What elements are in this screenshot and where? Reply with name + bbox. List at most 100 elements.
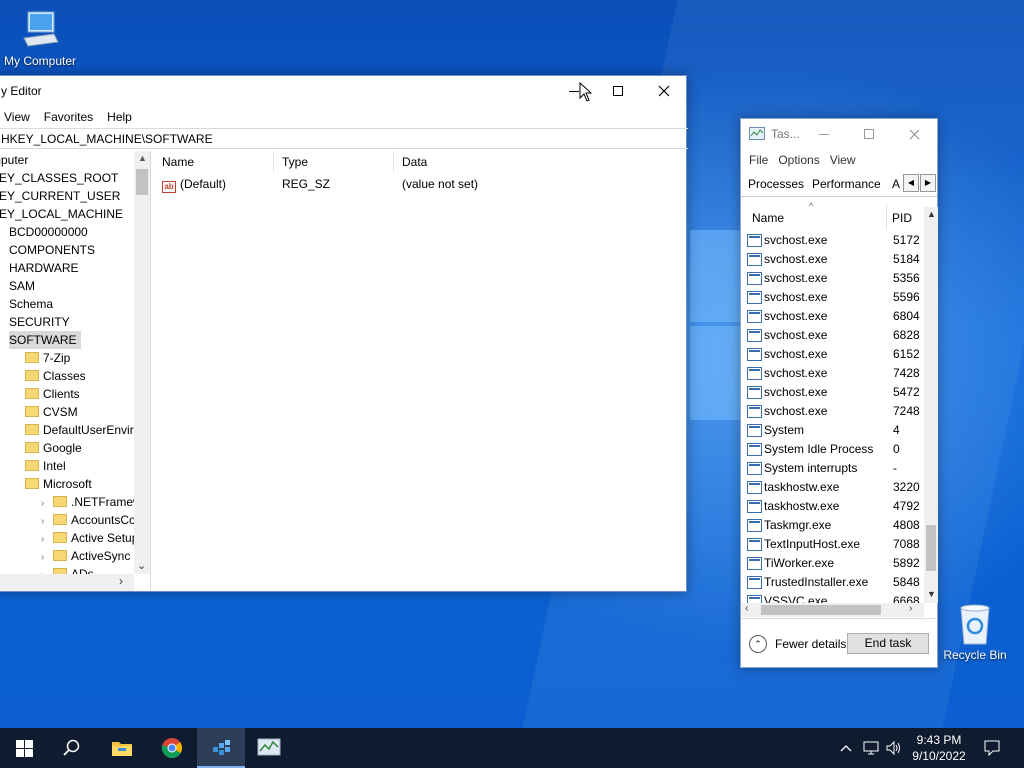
scroll-down-icon[interactable]: ⌄ bbox=[137, 559, 146, 572]
tree-node[interactable]: Google bbox=[25, 439, 82, 457]
desktop-icon-my-computer[interactable]: My Computer bbox=[0, 8, 80, 68]
menu-favorites[interactable]: Favorites bbox=[37, 110, 100, 124]
process-row[interactable]: svchost.exe 5596 bbox=[741, 288, 924, 307]
tree-node[interactable]: ›AccountsControl bbox=[41, 511, 134, 529]
process-row[interactable]: TextInputHost.exe 7088 bbox=[741, 535, 924, 554]
tree-vertical-scrollbar[interactable]: ▲ ⌄ bbox=[134, 151, 150, 574]
tree-node[interactable]: KEY_CURRENT_USER bbox=[0, 187, 120, 205]
menu-view[interactable]: View bbox=[0, 110, 37, 124]
chevron-right-icon[interactable]: › bbox=[41, 567, 51, 574]
tree-node[interactable]: SAM bbox=[9, 277, 35, 295]
tree-node[interactable]: Clients bbox=[25, 385, 80, 403]
tree-node[interactable]: 7-Zip bbox=[25, 349, 70, 367]
process-row[interactable]: svchost.exe 7248 bbox=[741, 402, 924, 421]
task-manager-titlebar[interactable]: Tas... bbox=[741, 119, 937, 149]
network-button[interactable] bbox=[860, 728, 882, 768]
fewer-details-button[interactable]: ⌃ Fewer details bbox=[749, 635, 846, 653]
tab-scroll-left-icon[interactable]: ◀ bbox=[903, 174, 919, 192]
tree-node[interactable]: BCD00000000 bbox=[9, 223, 88, 241]
tree-node[interactable]: Classes bbox=[25, 367, 86, 385]
address-bar[interactable]: HKEY_LOCAL_MACHINE\SOFTWARE bbox=[0, 128, 688, 149]
end-task-button[interactable]: End task bbox=[847, 633, 929, 654]
tree-node[interactable]: SECURITY bbox=[9, 313, 70, 331]
tree-node[interactable]: › Active Setup bbox=[41, 529, 134, 547]
desktop-icon-recycle-bin[interactable]: Recycle Bin bbox=[938, 602, 1012, 662]
process-row[interactable]: TrustedInstaller.exe 5848 bbox=[741, 573, 924, 592]
tree-node[interactable]: DefaultUserEnvironn bbox=[25, 421, 134, 439]
column-type-header[interactable]: Type bbox=[274, 151, 394, 173]
column-data-header[interactable]: Data bbox=[394, 151, 684, 173]
process-row[interactable]: svchost.exe 5472 bbox=[741, 383, 924, 402]
taskbar-clock[interactable]: 9:43 PM 9/10/2022 bbox=[905, 732, 973, 764]
start-button[interactable] bbox=[0, 728, 48, 768]
registry-editor-titlebar[interactable]: y Editor bbox=[0, 76, 686, 106]
tree-horizontal-scrollbar[interactable]: › bbox=[0, 574, 134, 591]
tree-node[interactable]: Intel bbox=[25, 457, 66, 475]
show-hidden-icons-button[interactable] bbox=[836, 728, 856, 768]
process-row[interactable]: svchost.exe 6804 bbox=[741, 307, 924, 326]
process-row[interactable]: svchost.exe 6152 bbox=[741, 345, 924, 364]
registry-value-row[interactable]: ab (Default) REG_SZ (value not set) bbox=[154, 175, 684, 193]
process-row[interactable]: Taskmgr.exe 4808 bbox=[741, 516, 924, 535]
taskbar-chrome[interactable] bbox=[148, 728, 196, 768]
tree-node[interactable]: Schema bbox=[9, 295, 53, 313]
scroll-thumb[interactable] bbox=[761, 605, 881, 615]
scroll-right-icon[interactable]: › bbox=[909, 603, 912, 614]
column-name-header[interactable]: Name bbox=[154, 151, 274, 173]
maximize-button[interactable] bbox=[846, 119, 892, 149]
tab-scroll-right-icon[interactable]: ▶ bbox=[920, 174, 936, 192]
scroll-thumb[interactable] bbox=[136, 169, 148, 195]
process-row[interactable]: System 4 bbox=[741, 421, 924, 440]
process-row[interactable]: taskhostw.exe 3220 bbox=[741, 478, 924, 497]
process-row[interactable]: svchost.exe 7428 bbox=[741, 364, 924, 383]
column-pid-header[interactable]: PID bbox=[892, 211, 912, 225]
menu-file[interactable]: File bbox=[744, 153, 773, 167]
tab-processes[interactable]: Processes bbox=[748, 171, 804, 197]
maximize-button[interactable] bbox=[595, 76, 641, 106]
menu-view[interactable]: View bbox=[825, 153, 861, 167]
minimize-button[interactable] bbox=[801, 119, 847, 149]
tree-node[interactable]: SOFTWARE bbox=[9, 331, 81, 349]
process-row[interactable]: svchost.exe 5356 bbox=[741, 269, 924, 288]
tree-node[interactable]: mputer bbox=[0, 151, 28, 169]
process-vertical-scrollbar[interactable]: ▲ ▼ bbox=[924, 207, 938, 603]
process-horizontal-scrollbar[interactable]: ‹ › bbox=[741, 603, 924, 617]
volume-button[interactable] bbox=[884, 728, 904, 768]
registry-editor-window[interactable]: y Editor View Favorites Help HKEY_LOCAL_… bbox=[0, 75, 688, 592]
menu-help[interactable]: Help bbox=[100, 110, 139, 124]
tree-node[interactable]: HARDWARE bbox=[9, 259, 79, 277]
process-row[interactable]: taskhostw.exe 4792 bbox=[741, 497, 924, 516]
column-name-header[interactable]: Name bbox=[752, 211, 784, 225]
tree-node[interactable]: ›.NETFramework bbox=[41, 493, 134, 511]
process-row[interactable]: VSSVC.exe 6668 bbox=[741, 592, 924, 603]
process-row[interactable]: svchost.exe 6828 bbox=[741, 326, 924, 345]
taskbar-task-manager[interactable] bbox=[245, 728, 293, 768]
process-row[interactable]: TiWorker.exe 5892 bbox=[741, 554, 924, 573]
process-row[interactable]: svchost.exe 5184 bbox=[741, 250, 924, 269]
tree-node[interactable]: KEY_CLASSES_ROOT bbox=[0, 169, 118, 187]
tree-node[interactable]: KEY_LOCAL_MACHINE bbox=[0, 205, 123, 223]
process-row[interactable]: System interrupts - bbox=[741, 459, 924, 478]
tree-node[interactable]: › ADs bbox=[41, 565, 94, 574]
close-button[interactable] bbox=[891, 119, 937, 149]
scroll-down-icon[interactable]: ▼ bbox=[927, 589, 936, 599]
process-row[interactable]: svchost.exe 5172 bbox=[741, 231, 924, 250]
tree-node[interactable]: Microsoft bbox=[25, 475, 92, 493]
taskbar-file-explorer[interactable] bbox=[98, 728, 146, 768]
scroll-up-icon[interactable]: ▲ bbox=[927, 209, 936, 219]
process-row[interactable]: System Idle Process 0 bbox=[741, 440, 924, 459]
tree-node[interactable]: CVSM bbox=[25, 403, 78, 421]
search-button[interactable] bbox=[48, 728, 96, 768]
menu-options[interactable]: Options bbox=[773, 153, 824, 167]
action-center-button[interactable] bbox=[980, 728, 1004, 768]
scroll-thumb[interactable] bbox=[926, 525, 936, 571]
scroll-right-icon[interactable]: › bbox=[119, 574, 123, 588]
scroll-up-icon[interactable]: ▲ bbox=[138, 153, 147, 163]
tree-node[interactable]: › ActiveSync bbox=[41, 547, 130, 565]
scroll-left-icon[interactable]: ‹ bbox=[745, 603, 748, 614]
task-manager-window[interactable]: Tas... File Options View Processes Perfo… bbox=[740, 118, 938, 668]
tab-performance[interactable]: Performance bbox=[812, 171, 881, 197]
taskbar-registry-editor[interactable] bbox=[197, 728, 245, 768]
tab-app-history[interactable]: A bbox=[892, 171, 900, 197]
close-button[interactable] bbox=[641, 76, 687, 106]
